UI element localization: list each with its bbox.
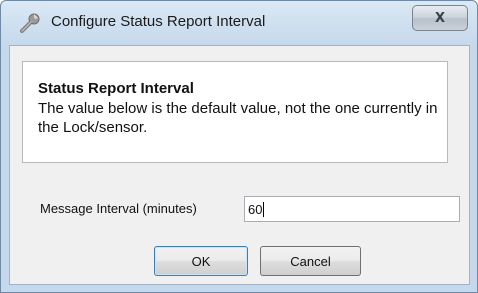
cancel-button[interactable]: Cancel: [260, 246, 361, 276]
title-bar[interactable]: Configure Status Report Interval X: [1, 1, 477, 45]
interval-input[interactable]: 60: [244, 196, 460, 222]
text-caret: [263, 201, 265, 217]
dialog-window: Configure Status Report Interval X Statu…: [0, 0, 478, 293]
ok-button[interactable]: OK: [154, 246, 248, 276]
dialog-client-area: Status Report Interval The value below i…: [9, 45, 470, 285]
close-button[interactable]: X: [412, 5, 468, 31]
interval-input-value: 60: [248, 201, 263, 217]
window-title: Configure Status Report Interval: [51, 13, 266, 30]
interval-label: Message Interval (minutes): [40, 201, 197, 216]
info-panel: Status Report Interval The value below i…: [22, 61, 448, 163]
wrench-icon: [19, 12, 41, 34]
info-heading: Status Report Interval: [38, 80, 194, 97]
info-description: The value below is the default value, no…: [38, 100, 438, 136]
close-icon: X: [434, 10, 446, 26]
